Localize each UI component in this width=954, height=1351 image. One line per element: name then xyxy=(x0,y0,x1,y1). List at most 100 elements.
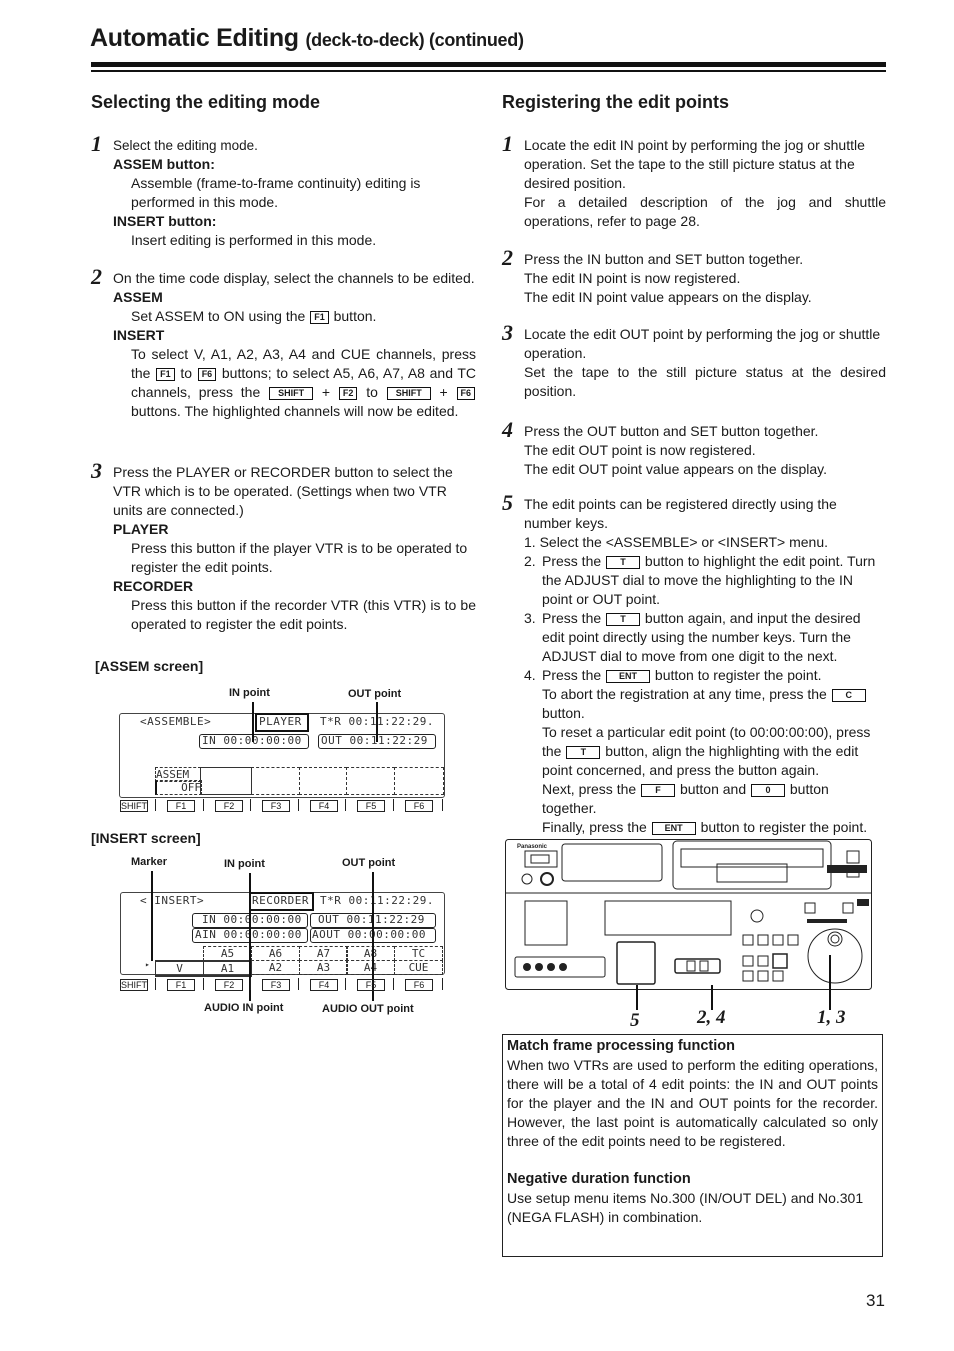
callout-line-5 xyxy=(636,985,638,1010)
insert-label: INSERT xyxy=(113,327,165,343)
page-title: Automatic Editing (deck-to-deck) (contin… xyxy=(90,24,524,53)
key-ent: ENT xyxy=(651,822,696,835)
lcd-cell xyxy=(394,767,444,795)
callout-step-1-3: 1, 3 xyxy=(817,1007,846,1028)
lcd-timecode: T*R 00:11:22:29. xyxy=(320,894,434,907)
right-step-2: 2 Press the IN button and SET button tog… xyxy=(502,247,886,307)
fkey-f2: F2 xyxy=(215,800,243,812)
fkey-separator xyxy=(203,799,204,811)
step-number: 5 xyxy=(502,490,513,515)
step-text: The edit points can be registered direct… xyxy=(524,496,837,531)
fkey-separator xyxy=(155,978,156,990)
lcd-mode: < INSERT> xyxy=(140,894,205,907)
channel-a6: A6 xyxy=(251,946,300,961)
fkey-separator xyxy=(250,799,251,811)
fkey-separator xyxy=(442,799,443,811)
lcd-in: IN 00:00:00:00 xyxy=(202,913,302,926)
step-number: 2 xyxy=(91,264,102,289)
fkey-f3: F3 xyxy=(262,800,290,812)
fkey-separator xyxy=(298,799,299,811)
channel-a5: A5 xyxy=(203,946,252,961)
callout-in-point: IN point xyxy=(224,858,265,870)
key-t: T xyxy=(566,746,601,759)
assem-button-label: ASSEM button: xyxy=(113,156,215,172)
brand-label: Panasonic xyxy=(517,844,548,850)
step-number: 2 xyxy=(502,245,513,270)
fkey-separator xyxy=(298,978,299,990)
key-shift: SHIFT xyxy=(269,387,314,400)
fkey-f1: F1 xyxy=(167,800,195,812)
text: button to register the point. xyxy=(654,667,822,683)
key-t: T xyxy=(606,613,641,626)
step-line: Press the OUT button and SET button toge… xyxy=(524,423,819,439)
fkey-shift: SHIFT xyxy=(120,800,148,812)
callout-marker: Marker xyxy=(131,856,168,868)
text: Finally, press the xyxy=(542,819,647,835)
callout-line-marker xyxy=(151,871,153,961)
callout-line-out xyxy=(376,702,378,742)
substep-3: 3. Press the T button again, and input t… xyxy=(524,609,886,666)
callout-out-point: OUT point xyxy=(348,688,402,700)
fkey-separator xyxy=(345,978,346,990)
player-desc: Press this button if the player VTR is t… xyxy=(131,540,468,575)
lcd-mode: <ASSEMBLE> xyxy=(140,715,212,728)
fkey-separator xyxy=(155,799,156,811)
step-line: The edit IN point value appears on the d… xyxy=(524,289,812,305)
key-f6: F6 xyxy=(197,368,217,381)
fkey-f2: F2 xyxy=(215,979,243,991)
callout-line-in xyxy=(252,702,254,742)
title-main: Automatic Editing xyxy=(90,24,299,52)
channel-a7: A7 xyxy=(299,946,348,961)
section-heading-edit-points: Registering the edit points xyxy=(502,92,730,112)
fkey-f5: F5 xyxy=(357,979,385,991)
fkey-f5: F5 xyxy=(357,800,385,812)
lcd-cell xyxy=(200,767,252,795)
substep-4: 4. Press the ENT button to register the … xyxy=(524,666,886,837)
lcd-audio-out: AOUT 00:00:00:00 xyxy=(312,928,426,941)
key-f6: F6 xyxy=(456,387,476,400)
player-label: PLAYER xyxy=(113,521,169,537)
step-text: Locate the edit IN point by performing t… xyxy=(524,137,865,191)
key-ent: ENT xyxy=(606,670,651,683)
callout-step-5: 5 xyxy=(630,1010,640,1031)
assem-screen-caption: [ASSEM screen] xyxy=(95,658,204,674)
right-step-4: 4 Press the OUT button and SET button to… xyxy=(502,419,886,479)
text: To abort the registration at any time, p… xyxy=(542,686,827,702)
page-number: 31 xyxy=(866,1291,885,1310)
insert-button-label: INSERT button: xyxy=(113,213,217,229)
step-line: Press the IN button and SET button toget… xyxy=(524,251,804,267)
step-text: Locate the edit OUT point by performing … xyxy=(524,326,881,361)
text: button and xyxy=(679,781,747,797)
fkey-f4: F4 xyxy=(310,979,338,991)
step-number: 3 xyxy=(502,320,513,345)
key-0: 0 xyxy=(751,784,785,797)
left-step-3: 3 Press the PLAYER or RECORDER button to… xyxy=(91,460,476,634)
assem-label: ASSEM xyxy=(113,289,163,305)
callout-out-point: OUT point xyxy=(342,857,396,869)
fkey-f4: F4 xyxy=(310,800,338,812)
assem-button-desc: Assemble (frame-to-frame continuity) edi… xyxy=(131,175,421,210)
substep-1: 1. Select the <ASSEMBLE> or <INSERT> men… xyxy=(524,534,829,550)
substep-2: 2. Press the T button to highlight the e… xyxy=(524,552,886,609)
right-step-1: 1 Locate the edit IN point by performing… xyxy=(502,133,886,231)
text: Press the xyxy=(542,610,602,626)
callout-audio-out-point: AUDIO OUT point xyxy=(322,1003,414,1015)
insert-desc: To select V, A1, A2, A3, A4 and CUE chan… xyxy=(113,345,476,421)
fkey-f6: F6 xyxy=(405,979,433,991)
substep-number: 2. xyxy=(524,553,536,569)
lcd-vtr: PLAYER xyxy=(259,715,302,728)
vtr-front-panel-illustration: Panasonic xyxy=(505,839,872,991)
step-number: 1 xyxy=(91,131,102,156)
callout-audio-in-point: AUDIO IN point xyxy=(204,1002,284,1014)
insert-screen-caption: [INSERT screen] xyxy=(91,830,201,846)
key-f2: F2 xyxy=(338,387,358,400)
channel-a3: A3 xyxy=(299,960,348,975)
callout-step-2-4: 2, 4 xyxy=(697,1007,726,1028)
step-number: 4 xyxy=(502,417,513,442)
text: button to register the point. xyxy=(700,819,868,835)
step-text-detail: For a detailed description of the jog an… xyxy=(524,194,886,229)
fkey-shift: SHIFT xyxy=(120,979,148,991)
note-heading-match-frame: Match frame processing function xyxy=(507,1038,736,1054)
text: button. xyxy=(542,705,585,721)
callout-in-point: IN point xyxy=(229,687,270,699)
